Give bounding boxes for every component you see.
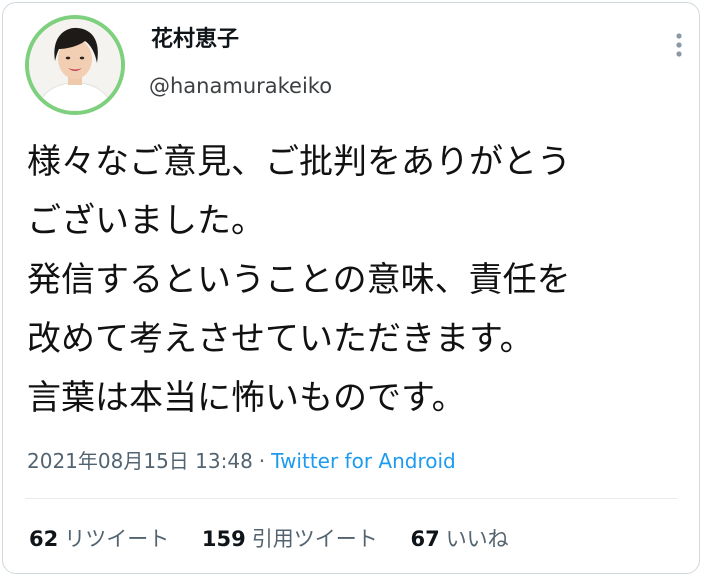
retweets-label: リツイート [64, 527, 170, 551]
tweet-stats: 62 リツイート 159 引用ツイート 67 いいね [29, 524, 535, 554]
avatar-portrait [29, 19, 121, 111]
divider [25, 498, 677, 499]
tweet-card: 花村恵子 @hanamurakeiko 様々なご意見、ご批判をありがとう ござい… [2, 2, 700, 574]
tweet-source-link[interactable]: Twitter for Android [271, 449, 456, 473]
quote-tweets-label: 引用ツイート [251, 527, 378, 551]
likes-count: 67 [410, 527, 440, 551]
tweet-text-line: 様々なご意見、ご批判をありがとう [27, 142, 571, 182]
quote-tweets-stat[interactable]: 159 引用ツイート [202, 524, 378, 554]
tweet-text-line: 発信するということの意味、責任を [27, 260, 571, 300]
likes-stat[interactable]: 67 いいね [410, 524, 508, 554]
retweets-stat[interactable]: 62 リツイート [29, 524, 169, 554]
tweet-text: 様々なご意見、ご批判をありがとう ございました。 発信するということの意味、責任… [27, 133, 691, 428]
retweets-count: 62 [29, 527, 59, 551]
avatar[interactable] [25, 15, 125, 115]
author-display-name[interactable]: 花村恵子 [151, 25, 239, 55]
vertical-ellipsis-icon [676, 33, 682, 57]
tweet-text-line: 言葉は本当に怖いものです。 [27, 378, 466, 418]
tweet-text-line: ございました。 [27, 201, 265, 241]
more-options-button[interactable] [673, 31, 685, 61]
meta-separator: · [258, 449, 266, 473]
tweet-timestamp[interactable]: 2021年08月15日 13:48 [27, 449, 253, 473]
author-handle[interactable]: @hanamurakeiko [149, 72, 332, 100]
likes-label: いいね [445, 527, 509, 551]
quote-tweets-count: 159 [201, 527, 246, 551]
tweet-text-line: 改めて考えさせていただきます。 [27, 319, 534, 359]
tweet-meta: 2021年08月15日 13:48 · Twitter for Android [27, 447, 456, 475]
